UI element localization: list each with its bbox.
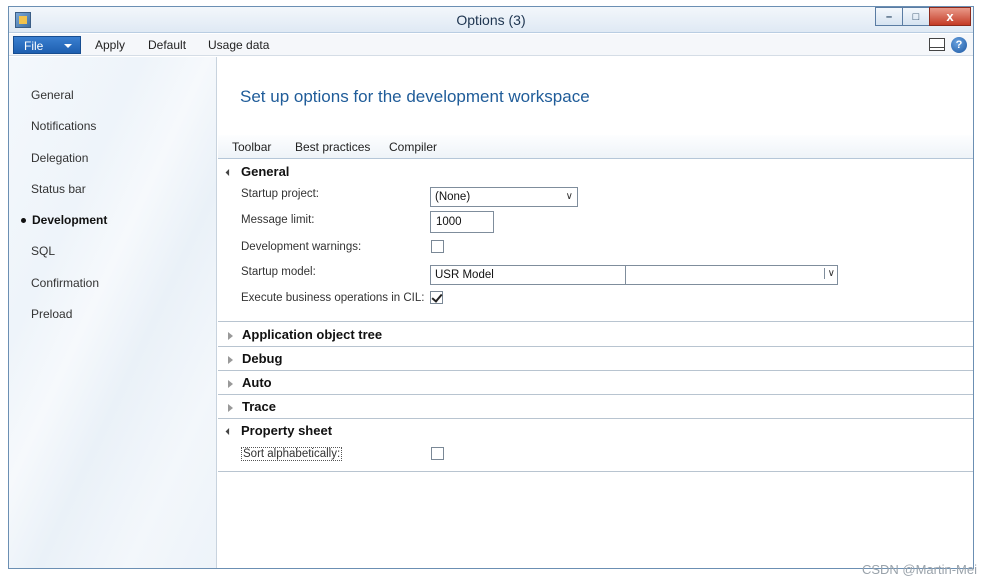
application-object-tree-section: Application object tree bbox=[218, 323, 973, 347]
property-sheet-section: Property sheet Sort alphabetically: bbox=[218, 419, 973, 472]
sidebar-item-status-bar[interactable]: Status bar bbox=[31, 182, 86, 196]
development-warnings-label: Development warnings: bbox=[241, 241, 362, 253]
startup-model-value: USR Model bbox=[435, 269, 494, 281]
trace-section: Trace bbox=[218, 395, 973, 419]
collapsed-triangle-icon bbox=[228, 403, 233, 412]
startup-model-select[interactable]: USR Model bbox=[430, 265, 626, 285]
chevron-down-icon: ∨ bbox=[823, 268, 835, 279]
sidebar: General Notifications Delegation Status … bbox=[9, 57, 217, 568]
general-section: General Startup project: (None) ∨ Messag… bbox=[218, 160, 973, 322]
apply-button[interactable]: Apply bbox=[95, 38, 125, 52]
active-bullet-icon bbox=[21, 218, 26, 224]
development-warnings-checkbox[interactable] bbox=[431, 240, 444, 253]
collapsed-triangle-icon bbox=[228, 331, 233, 340]
sidebar-item-sql[interactable]: SQL bbox=[31, 244, 55, 258]
best-practices-tab[interactable]: Best practices bbox=[295, 140, 370, 154]
options-window: Options (3) – □ x File Apply Default Usa… bbox=[8, 6, 974, 569]
compiler-tab[interactable]: Compiler bbox=[389, 140, 437, 154]
startup-model-label: Startup model: bbox=[241, 266, 316, 278]
usage-data-button[interactable]: Usage data bbox=[208, 38, 269, 52]
chevron-down-icon: ∨ bbox=[565, 191, 573, 202]
sidebar-item-label: Development bbox=[32, 213, 108, 227]
trace-header[interactable]: Trace bbox=[228, 399, 276, 414]
application-object-tree-header[interactable]: Application object tree bbox=[228, 327, 382, 342]
window-title: Options (3) bbox=[456, 12, 526, 28]
expanded-triangle-icon bbox=[225, 428, 233, 436]
sidebar-item-development[interactable]: Development bbox=[21, 213, 107, 227]
subtab-toolbar: Toolbar Best practices Compiler bbox=[218, 135, 973, 159]
toolbar-tab[interactable]: Toolbar bbox=[232, 140, 271, 154]
collapsed-triangle-icon bbox=[228, 379, 233, 388]
caret-down-icon bbox=[64, 44, 72, 48]
message-limit-label: Message limit: bbox=[241, 214, 315, 226]
help-icon[interactable]: ? bbox=[951, 37, 967, 53]
section-title: Trace bbox=[242, 399, 276, 414]
sidebar-item-preload[interactable]: Preload bbox=[31, 307, 72, 321]
auto-header[interactable]: Auto bbox=[228, 375, 272, 390]
minimize-button[interactable]: – bbox=[875, 7, 903, 26]
expanded-triangle-icon bbox=[225, 169, 233, 177]
section-title: Property sheet bbox=[241, 423, 333, 438]
debug-header[interactable]: Debug bbox=[228, 351, 282, 366]
watermark: CSDN @Martin-Mei bbox=[861, 562, 977, 577]
message-limit-input[interactable]: 1000 bbox=[430, 211, 494, 233]
property-sheet-header[interactable]: Property sheet bbox=[225, 423, 333, 438]
debug-section: Debug bbox=[218, 347, 973, 371]
maximize-button[interactable]: □ bbox=[902, 7, 930, 26]
auto-section: Auto bbox=[218, 371, 973, 395]
pane-toggle-icon[interactable] bbox=[929, 38, 945, 51]
section-title: Application object tree bbox=[242, 327, 383, 342]
sidebar-item-general[interactable]: General bbox=[31, 88, 74, 102]
main-panel: Set up options for the development works… bbox=[218, 57, 973, 568]
menu-bar: File Apply Default Usage data ? bbox=[9, 34, 973, 56]
execute-cil-checkbox[interactable] bbox=[430, 291, 443, 304]
sort-alphabetically-label: Sort alphabetically: bbox=[241, 447, 343, 461]
sidebar-item-confirmation[interactable]: Confirmation bbox=[31, 276, 99, 290]
sidebar-item-notifications[interactable]: Notifications bbox=[31, 119, 96, 133]
title-bar: Options (3) – □ x bbox=[9, 7, 973, 33]
startup-project-select[interactable]: (None) ∨ bbox=[430, 187, 578, 207]
startup-model-secondary-select[interactable]: ∨ bbox=[625, 265, 838, 285]
section-title: Auto bbox=[242, 375, 272, 390]
startup-project-value: (None) bbox=[435, 191, 471, 203]
section-title: Debug bbox=[242, 351, 283, 366]
file-menu-button[interactable]: File bbox=[13, 36, 81, 54]
section-title: General bbox=[241, 164, 290, 179]
window-controls: – □ x bbox=[875, 7, 971, 26]
collapsed-triangle-icon bbox=[228, 355, 233, 364]
default-button[interactable]: Default bbox=[148, 38, 186, 52]
close-button[interactable]: x bbox=[929, 7, 971, 26]
general-section-header[interactable]: General bbox=[225, 164, 290, 179]
page-heading: Set up options for the development works… bbox=[240, 87, 590, 106]
file-menu-label: File bbox=[24, 39, 44, 53]
sort-alphabetically-checkbox[interactable] bbox=[431, 447, 444, 460]
sidebar-item-delegation[interactable]: Delegation bbox=[31, 151, 88, 165]
startup-project-label: Startup project: bbox=[241, 188, 319, 200]
execute-cil-label: Execute business operations in CIL: bbox=[241, 292, 425, 304]
